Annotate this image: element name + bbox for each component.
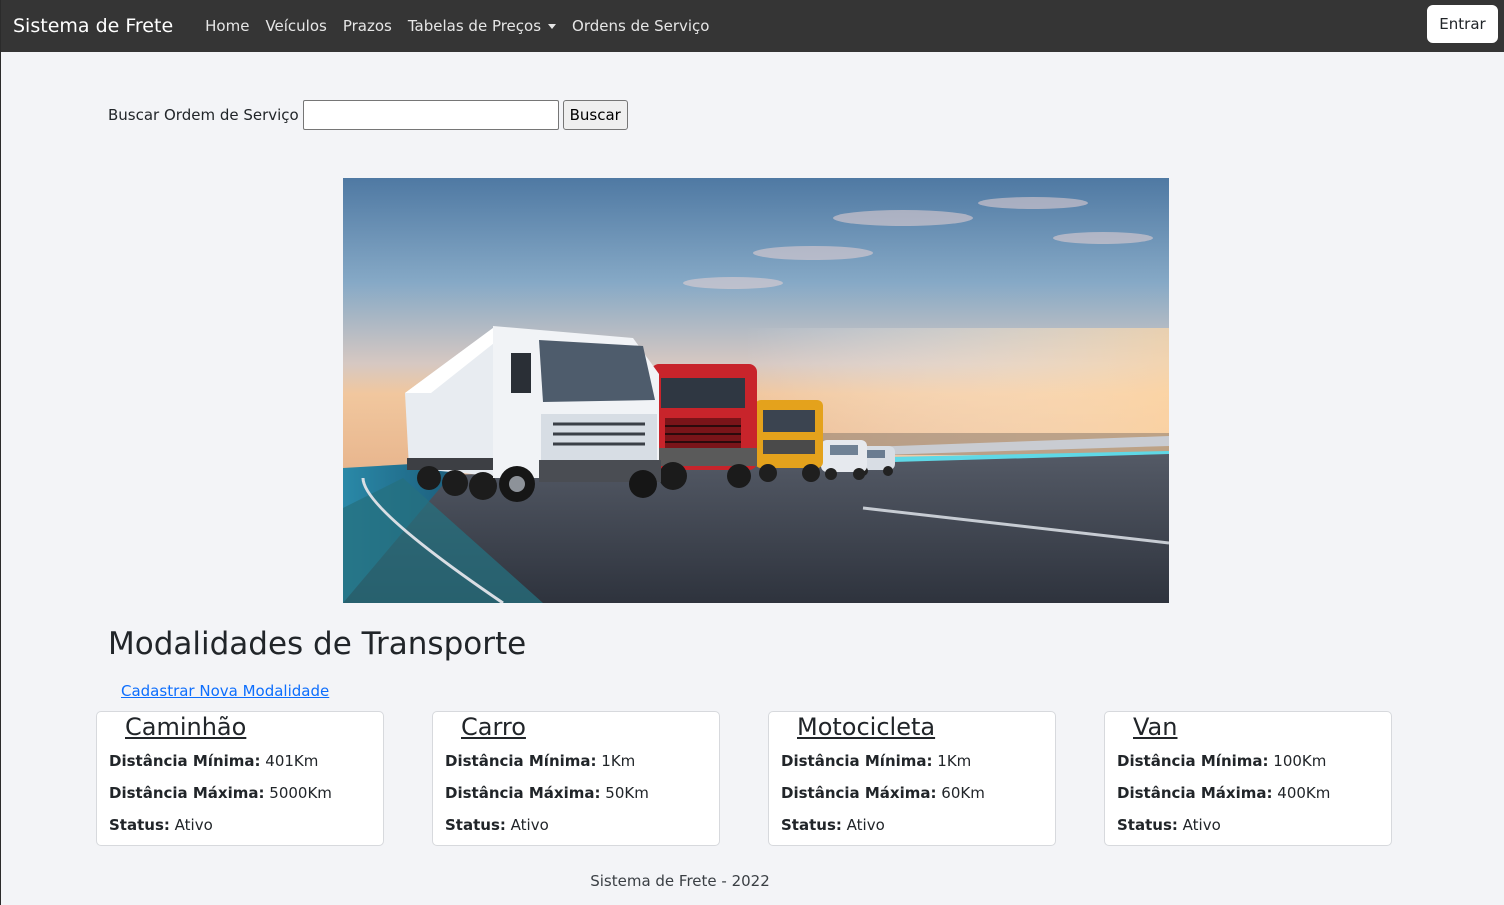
nav-links: Home Veículos Prazos Tabelas de Preços O…: [197, 17, 717, 35]
min-distance-value: 401Km: [265, 752, 319, 770]
min-distance-line: Distância Mínima: 1Km: [781, 752, 971, 770]
status-line: Status: Ativo: [445, 816, 549, 834]
trucks-on-highway-illustration: [343, 178, 1169, 603]
max-distance-value: 50Km: [605, 784, 649, 802]
brand-link[interactable]: Sistema de Frete: [13, 15, 173, 37]
max-distance-label: Distância Máxima:: [445, 784, 601, 802]
min-distance-value: 1Km: [937, 752, 972, 770]
max-distance-line: Distância Máxima: 60Km: [781, 784, 985, 802]
min-distance-line: Distância Mínima: 100Km: [1117, 752, 1326, 770]
nav-link-ordens-de-servico[interactable]: Ordens de Serviço: [564, 17, 717, 35]
nav-link-home[interactable]: Home: [197, 17, 257, 35]
max-distance-value: 5000Km: [269, 784, 332, 802]
min-distance-line: Distância Mínima: 401Km: [109, 752, 318, 770]
status-label: Status:: [781, 816, 842, 834]
min-distance-label: Distância Mínima:: [1117, 752, 1269, 770]
status-value: Ativo: [1182, 816, 1221, 834]
max-distance-line: Distância Máxima: 50Km: [445, 784, 649, 802]
search-label: Buscar Ordem de Serviço: [108, 106, 299, 124]
max-distance-label: Distância Máxima:: [109, 784, 265, 802]
top-navbar: Sistema de Frete Home Veículos Prazos Ta…: [1, 0, 1504, 52]
status-label: Status:: [1117, 816, 1178, 834]
modality-card-title[interactable]: Carro: [461, 713, 526, 741]
min-distance-label: Distância Mínima:: [109, 752, 261, 770]
new-modality-link[interactable]: Cadastrar Nova Modalidade: [121, 682, 329, 700]
status-line: Status: Ativo: [781, 816, 885, 834]
nav-link-prazos[interactable]: Prazos: [335, 17, 400, 35]
caret-down-icon: [548, 23, 557, 29]
nav-dropdown-tabelas-de-precos[interactable]: Tabelas de Preços: [400, 17, 564, 35]
modality-card: Motocicleta Distância Mínima: 1Km Distân…: [768, 711, 1056, 846]
status-line: Status: Ativo: [109, 816, 213, 834]
min-distance-value: 100Km: [1273, 752, 1327, 770]
status-label: Status:: [445, 816, 506, 834]
footer-text: Sistema de Frete - 2022: [590, 872, 770, 890]
status-line: Status: Ativo: [1117, 816, 1221, 834]
login-button[interactable]: Entrar: [1427, 5, 1498, 43]
min-distance-line: Distância Mínima: 1Km: [445, 752, 635, 770]
max-distance-value: 60Km: [941, 784, 985, 802]
max-distance-label: Distância Máxima:: [1117, 784, 1273, 802]
nav-link-veiculos[interactable]: Veículos: [257, 17, 334, 35]
modality-card: Van Distância Mínima: 100Km Distância Má…: [1104, 711, 1392, 846]
modality-card-title[interactable]: Motocicleta: [797, 713, 935, 741]
modality-card-title[interactable]: Van: [1133, 713, 1177, 741]
max-distance-label: Distância Máxima:: [781, 784, 937, 802]
modality-card-title[interactable]: Caminhão: [125, 713, 246, 741]
search-button[interactable]: Buscar: [562, 100, 628, 130]
status-value: Ativo: [174, 816, 213, 834]
min-distance-label: Distância Mínima:: [445, 752, 597, 770]
search-input[interactable]: [302, 100, 559, 130]
max-distance-line: Distância Máxima: 400Km: [1117, 784, 1330, 802]
max-distance-value: 400Km: [1277, 784, 1331, 802]
hero-image: [343, 178, 1169, 603]
max-distance-line: Distância Máxima: 5000Km: [109, 784, 332, 802]
status-label: Status:: [109, 816, 170, 834]
min-distance-value: 1Km: [601, 752, 636, 770]
nav-dropdown-label: Tabelas de Preços: [407, 17, 542, 35]
modality-card: Caminhão Distância Mínima: 401Km Distânc…: [96, 711, 384, 846]
status-value: Ativo: [510, 816, 549, 834]
search-form: Buscar Ordem de Serviço Buscar: [108, 100, 628, 130]
min-distance-label: Distância Mínima:: [781, 752, 933, 770]
status-value: Ativo: [846, 816, 885, 834]
section-title: Modalidades de Transporte: [108, 626, 527, 662]
modality-card: Carro Distância Mínima: 1Km Distância Má…: [432, 711, 720, 846]
